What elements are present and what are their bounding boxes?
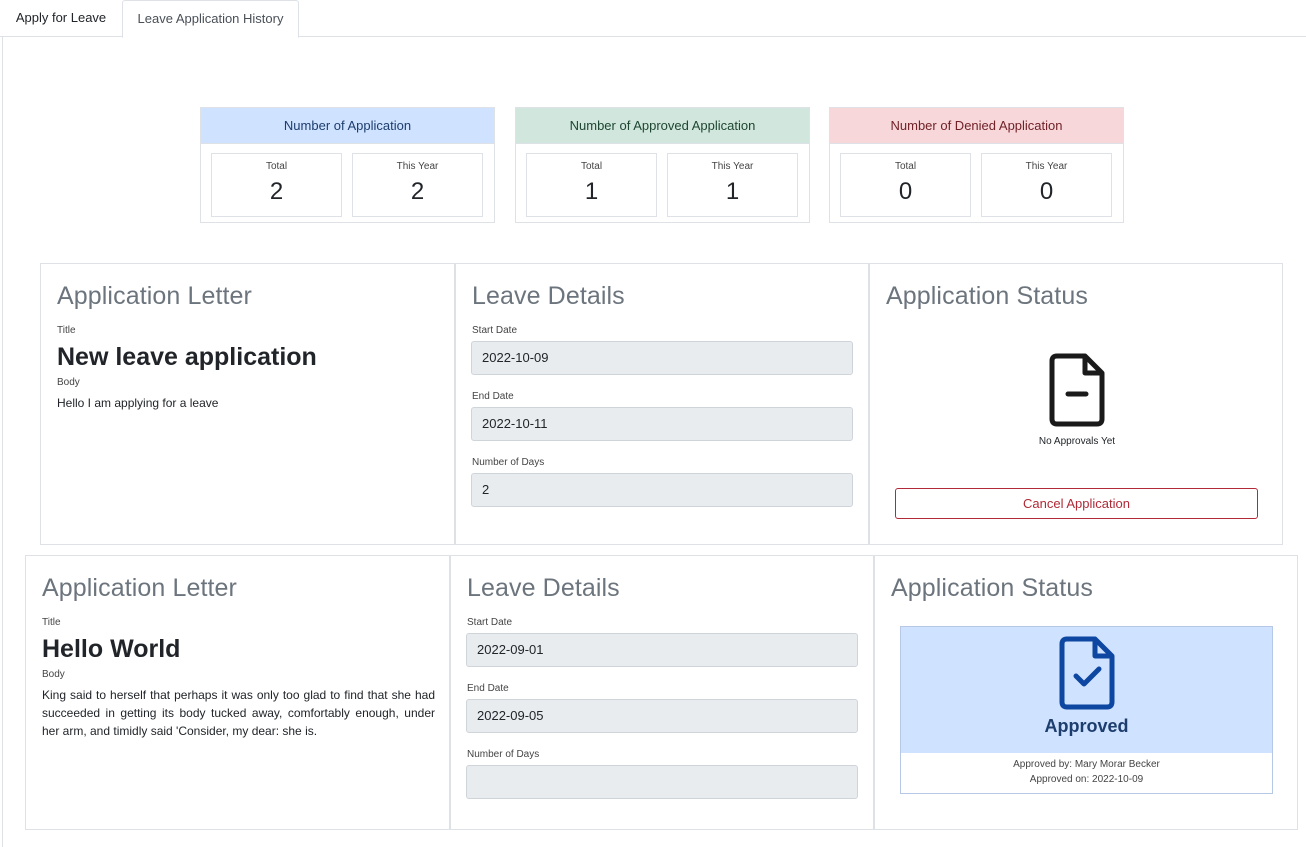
application-status-panel: Application Status Approved Approved by:… (874, 555, 1298, 830)
application-status-panel: Application Status No Approvals Yet Canc… (869, 263, 1283, 545)
stat-total-label: Total (580, 161, 603, 172)
end-date-field[interactable]: 2022-10-11 (471, 407, 853, 441)
start-date-field[interactable]: 2022-09-01 (466, 633, 858, 667)
stat-total: Total 1 (526, 153, 657, 217)
stat-this-year-value: 1 (725, 178, 740, 205)
title-label: Title (42, 617, 61, 628)
tab-bar: Apply for Leave Leave Application Histor… (0, 0, 1306, 38)
stat-total-label: Total (265, 161, 288, 172)
stat-total: Total 0 (840, 153, 971, 217)
number-of-days-field[interactable]: 2 (471, 473, 853, 507)
file-check-icon (1059, 636, 1115, 715)
number-of-days-label: Number of Days (472, 457, 545, 468)
panel-title: Leave Details (467, 574, 620, 602)
number-of-days-field[interactable] (466, 765, 858, 799)
stat-this-year-value: 2 (410, 178, 425, 205)
end-date-label: End Date (472, 391, 514, 402)
letter-title: Hello World (42, 635, 181, 663)
start-date-label: Start Date (467, 617, 513, 628)
end-date-label: End Date (467, 683, 509, 694)
stat-this-year: This Year 1 (667, 153, 798, 217)
stat-card-denied: Number of Denied Application Total 0 Thi… (829, 107, 1124, 223)
approved-by-text: Approved by: Mary Morar Becker (1013, 759, 1160, 770)
stat-this-year-label: This Year (396, 161, 439, 172)
stat-total-value: 2 (269, 178, 284, 205)
stat-this-year: This Year 2 (352, 153, 483, 217)
body-label: Body (57, 377, 80, 388)
leave-details-panel: Leave Details Start Date 2022-09-01 End … (450, 555, 874, 830)
panel-title: Application Status (886, 282, 1088, 310)
application-letter-panel: Application Letter Title New leave appli… (40, 263, 455, 545)
stat-this-year-label: This Year (1025, 161, 1068, 172)
approved-on-text: Approved on: 2022-10-09 (1029, 774, 1144, 785)
start-date-label: Start Date (472, 325, 518, 336)
stat-this-year-value: 0 (1039, 178, 1054, 205)
file-minus-icon (1049, 353, 1105, 432)
stat-card-applications: Number of Application Total 2 This Year … (200, 107, 495, 223)
letter-body: Hello I am applying for a leave (57, 396, 219, 410)
stat-this-year-label: This Year (711, 161, 754, 172)
stat-total-value: 0 (898, 178, 913, 205)
tab-leave-application-history[interactable]: Leave Application History (122, 0, 299, 38)
no-approvals-text: No Approvals Yet (1038, 436, 1116, 447)
panel-title: Application Letter (57, 282, 252, 310)
stat-card-header: Number of Application (201, 108, 494, 144)
end-date-field[interactable]: 2022-09-05 (466, 699, 858, 733)
letter-body: King said to herself that perhaps it was… (42, 688, 435, 738)
body-label: Body (42, 669, 65, 680)
stat-this-year: This Year 0 (981, 153, 1112, 217)
tab-apply-for-leave[interactable]: Apply for Leave (0, 0, 122, 37)
stat-total: Total 2 (211, 153, 342, 217)
letter-title: New leave application (57, 343, 317, 371)
approved-status-card: Approved Approved by: Mary Morar Becker … (900, 626, 1273, 794)
panel-title: Application Letter (42, 574, 237, 602)
leave-details-panel: Leave Details Start Date 2022-10-09 End … (455, 263, 869, 545)
panel-title: Leave Details (472, 282, 625, 310)
number-of-days-label: Number of Days (467, 749, 540, 760)
application-letter-panel: Application Letter Title Hello World Bod… (25, 555, 450, 830)
cancel-application-button[interactable]: Cancel Application (895, 488, 1258, 519)
title-label: Title (57, 325, 76, 336)
start-date-field[interactable]: 2022-10-09 (471, 341, 853, 375)
stat-card-header: Number of Approved Application (516, 108, 809, 144)
stat-total-label: Total (894, 161, 917, 172)
stat-card-header: Number of Denied Application (830, 108, 1123, 144)
panel-title: Application Status (891, 574, 1093, 602)
stat-total-value: 1 (584, 178, 599, 205)
stat-card-approved: Number of Approved Application Total 1 T… (515, 107, 810, 223)
approved-status-label: Approved (1044, 716, 1129, 736)
